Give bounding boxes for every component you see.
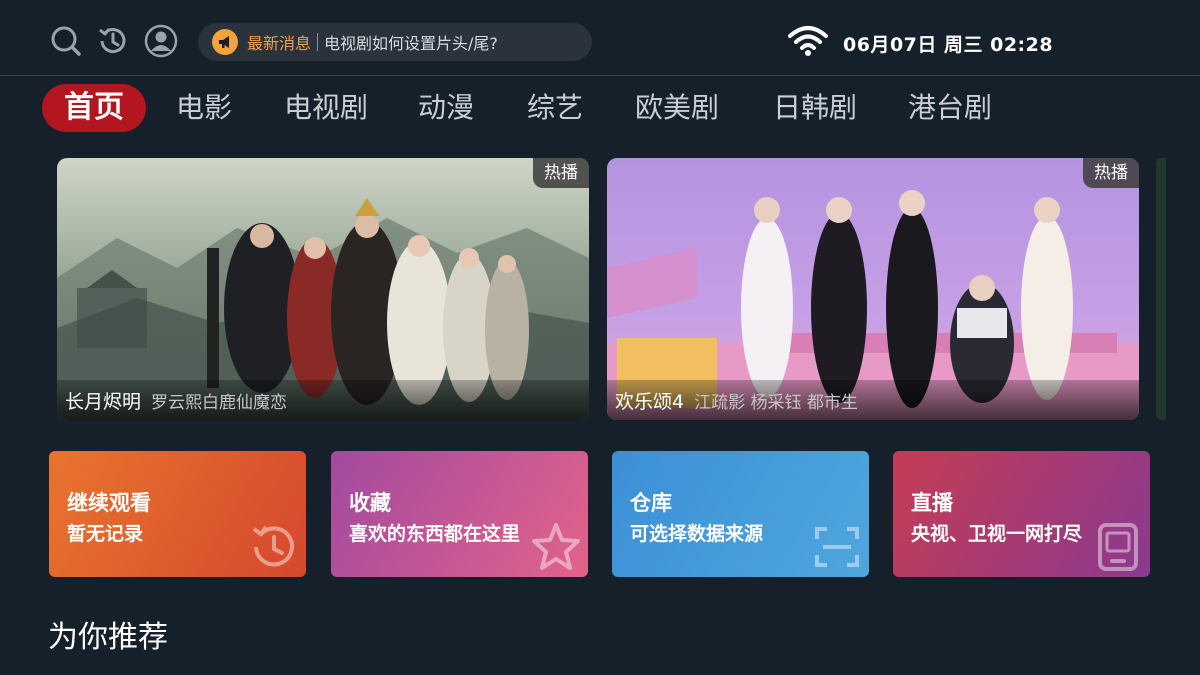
live-tv-card[interactable]: 直播 央视、卫视一网打尽 — [893, 451, 1150, 577]
history-icon — [252, 525, 294, 567]
tab-anime[interactable]: 动漫 — [418, 84, 474, 132]
repository-card[interactable]: 仓库 可选择数据来源 — [612, 451, 869, 577]
notice-divider — [317, 33, 319, 51]
notice-bar[interactable]: 最新消息 电视剧如何设置片头/尾? — [198, 23, 592, 61]
tv-icon — [1098, 523, 1138, 571]
hot-badge: 热播 — [533, 158, 589, 188]
search-icon[interactable] — [49, 24, 83, 58]
user-icon[interactable] — [144, 24, 178, 58]
banner-title: 长月烬明 — [65, 390, 142, 413]
tab-hk-tw-series[interactable]: 港台剧 — [908, 84, 992, 132]
category-tabs: 首页 电影 电视剧 动漫 综艺 欧美剧 日韩剧 港台剧 — [0, 84, 1200, 134]
tab-movie[interactable]: 电影 — [176, 84, 232, 132]
card-title: 继续观看 — [67, 491, 151, 515]
favorites-card[interactable]: 收藏 喜欢的东西都在这里 — [331, 451, 588, 577]
card-title: 收藏 — [349, 491, 391, 515]
megaphone-icon — [212, 29, 238, 55]
banner-card[interactable]: 热播 长月烬明 罗云熙白鹿仙魔恋 — [57, 158, 589, 420]
history-icon[interactable] — [96, 24, 130, 58]
next-banner-peek[interactable] — [1156, 158, 1166, 420]
banner-card[interactable]: 热播 欢乐颂4 江疏影 杨采钰 都市生 — [607, 158, 1139, 420]
card-title: 仓库 — [630, 491, 672, 515]
tab-japan-korea-series[interactable]: 日韩剧 — [773, 84, 857, 132]
card-subtitle: 喜欢的东西都在这里 — [349, 523, 521, 545]
banner-caption: 长月烬明 罗云熙白鹿仙魔恋 — [57, 380, 589, 420]
card-title: 直播 — [911, 491, 953, 515]
section-title: 为你推荐 — [48, 620, 168, 655]
card-subtitle: 央视、卫视一网打尽 — [911, 523, 1083, 545]
scan-icon — [815, 527, 859, 567]
notice-label: 最新消息 — [247, 34, 312, 53]
card-subtitle: 可选择数据来源 — [630, 523, 764, 545]
banner-subtitle: 江疏影 杨采钰 都市生 — [694, 392, 858, 413]
banner-title: 欢乐颂4 — [615, 390, 685, 413]
tab-home[interactable]: 首页 — [42, 84, 146, 132]
banner-subtitle: 罗云熙白鹿仙魔恋 — [151, 392, 288, 413]
card-subtitle: 暂无记录 — [67, 523, 144, 545]
top-bar: 最新消息 电视剧如何设置片头/尾? 06月07日 周三 02:28 — [0, 0, 1200, 76]
continue-watching-card[interactable]: 继续观看 暂无记录 — [49, 451, 306, 577]
hot-badge: 热播 — [1083, 158, 1139, 188]
tab-tv-series[interactable]: 电视剧 — [284, 84, 368, 132]
tab-western-series[interactable]: 欧美剧 — [635, 84, 719, 132]
notice-text: 电视剧如何设置片头/尾? — [324, 34, 498, 53]
star-icon — [532, 523, 580, 570]
banner-caption: 欢乐颂4 江疏影 杨采钰 都市生 — [607, 380, 1139, 420]
tab-variety[interactable]: 综艺 — [527, 84, 583, 132]
wifi-icon — [788, 24, 828, 58]
clock: 06月07日 周三 02:28 — [843, 34, 1054, 56]
